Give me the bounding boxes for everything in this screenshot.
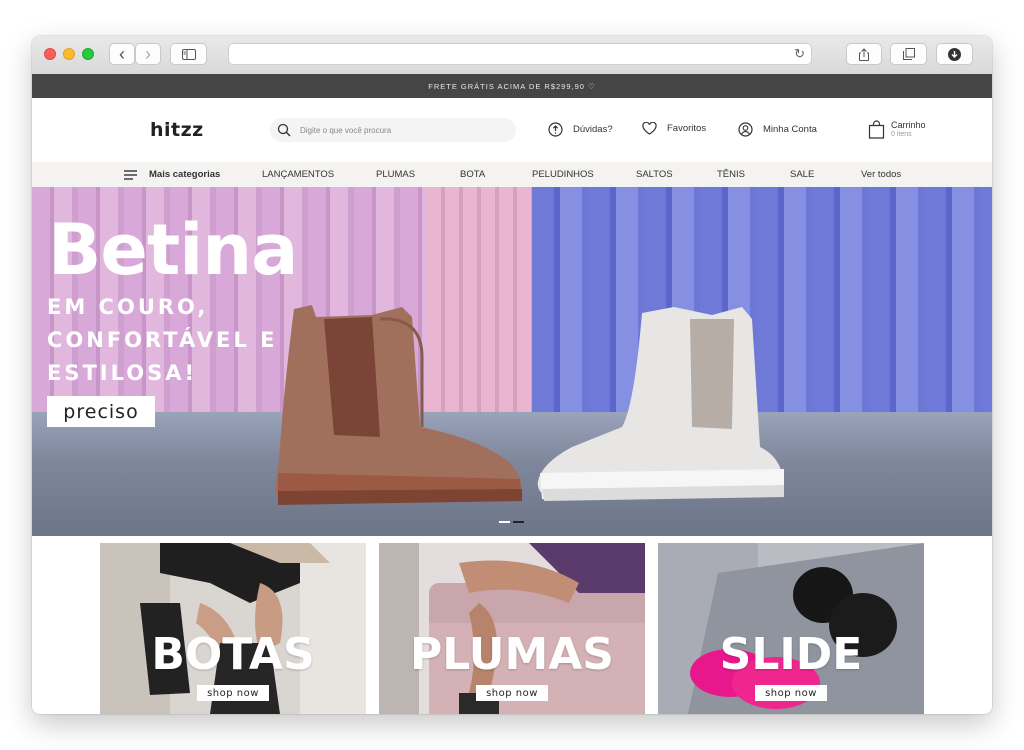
chevron-left-icon: ‹ bbox=[119, 44, 125, 64]
more-categories-label: Mais categorias bbox=[149, 169, 221, 180]
category-label-slide: SLIDE bbox=[719, 629, 863, 680]
search-input[interactable] bbox=[300, 122, 500, 138]
favorites-link[interactable]: Favoritos bbox=[642, 122, 706, 135]
forward-button[interactable]: › bbox=[135, 43, 161, 65]
sidebar-toggle-button[interactable] bbox=[170, 43, 207, 65]
category-card-botas[interactable]: BOTAS shop now bbox=[100, 543, 366, 714]
shopping-bag-icon bbox=[868, 120, 885, 139]
downloads-button[interactable] bbox=[936, 43, 973, 65]
reload-icon[interactable]: ↻ bbox=[794, 46, 805, 62]
site-header: hitzz Dúvidas? Favoritos Minha Conta Car… bbox=[32, 98, 992, 162]
shop-now-button-plumas[interactable]: shop now bbox=[476, 685, 548, 701]
nav-item-saltos[interactable]: SALTOS bbox=[636, 169, 673, 180]
chevron-right-icon: › bbox=[145, 44, 151, 64]
category-grid: BOTAS shop now PLUMAS shop now SLIDE sho… bbox=[32, 536, 992, 714]
carousel-dot-2[interactable] bbox=[513, 521, 524, 523]
hero-subtitle-line-1: EM COURO, bbox=[47, 295, 209, 319]
nav-item-plumas[interactable]: PLUMAS bbox=[376, 169, 415, 180]
carousel-indicator bbox=[499, 521, 524, 523]
category-label-botas: BOTAS bbox=[151, 629, 315, 680]
close-window-button[interactable] bbox=[44, 48, 56, 60]
zoom-window-button[interactable] bbox=[82, 48, 94, 60]
heart-icon bbox=[642, 122, 657, 135]
help-link[interactable]: Dúvidas? bbox=[548, 122, 613, 137]
nav-item-sale[interactable]: SALE bbox=[790, 169, 814, 180]
address-bar[interactable]: ↻ bbox=[228, 43, 812, 65]
account-label: Minha Conta bbox=[763, 124, 817, 135]
cart-count: 0 itens bbox=[891, 130, 912, 138]
nav-item-lancamentos[interactable]: LANÇAMENTOS bbox=[262, 169, 334, 180]
promo-text: FRETE GRÁTIS ACIMA DE R$299,90 ♡ bbox=[428, 81, 596, 91]
nav-item-peludinhos[interactable]: PELUDINHOS bbox=[532, 169, 594, 180]
site-logo[interactable]: hitzz bbox=[150, 119, 204, 141]
nav-item-bota[interactable]: BOTA bbox=[460, 169, 485, 180]
shop-now-button-botas[interactable]: shop now bbox=[197, 685, 269, 701]
menu-icon bbox=[124, 169, 137, 180]
search-box bbox=[270, 118, 516, 142]
boots-image bbox=[275, 305, 784, 505]
category-card-slide[interactable]: SLIDE shop now bbox=[658, 543, 924, 714]
browser-window: ‹ › ↻ FRETE GRÁTIS ACIMA DE R$299,90 ♡ h… bbox=[32, 36, 992, 714]
search-icon[interactable] bbox=[277, 123, 291, 137]
favorites-label: Favoritos bbox=[667, 123, 707, 134]
tabs-icon bbox=[902, 48, 915, 60]
nav-item-ver-todos[interactable]: Ver todos bbox=[861, 169, 901, 180]
category-card-plumas[interactable]: PLUMAS shop now bbox=[379, 543, 645, 714]
shop-now-button-slide[interactable]: shop now bbox=[755, 685, 827, 701]
promo-bar: FRETE GRÁTIS ACIMA DE R$299,90 ♡ bbox=[32, 74, 992, 98]
account-link[interactable]: Minha Conta bbox=[738, 122, 817, 137]
tabs-overview-button[interactable] bbox=[890, 43, 927, 65]
carousel-dot-1[interactable] bbox=[499, 521, 510, 523]
category-label-plumas: PLUMAS bbox=[410, 629, 614, 680]
hero-subtitle-line-2: CONFORTÁVEL E bbox=[47, 328, 278, 352]
more-categories-button[interactable]: Mais categorias bbox=[124, 169, 220, 180]
browser-toolbar: ‹ › ↻ bbox=[32, 36, 992, 75]
user-icon bbox=[738, 122, 753, 137]
share-button[interactable] bbox=[846, 43, 882, 65]
hero-title: Betina bbox=[48, 209, 298, 291]
nav-item-tenis[interactable]: TÊNIS bbox=[717, 169, 745, 180]
download-icon bbox=[948, 47, 961, 61]
help-label: Dúvidas? bbox=[573, 124, 613, 135]
hero-cta-button[interactable]: preciso bbox=[47, 396, 155, 427]
cart-link[interactable]: Carrinho 0 itens bbox=[868, 120, 926, 139]
category-nav: Mais categorias LANÇAMENTOS PLUMAS BOTA … bbox=[32, 162, 992, 187]
back-button[interactable]: ‹ bbox=[109, 43, 135, 65]
minimize-window-button[interactable] bbox=[63, 48, 75, 60]
cart-label: Carrinho bbox=[891, 119, 926, 130]
hero-banner[interactable]: Betina EM COURO, CONFORTÁVEL E ESTILOSA!… bbox=[32, 187, 992, 536]
share-icon bbox=[859, 47, 869, 61]
help-icon bbox=[548, 122, 563, 137]
sidebar-icon bbox=[181, 48, 196, 60]
hero-subtitle-line-3: ESTILOSA! bbox=[47, 361, 198, 385]
